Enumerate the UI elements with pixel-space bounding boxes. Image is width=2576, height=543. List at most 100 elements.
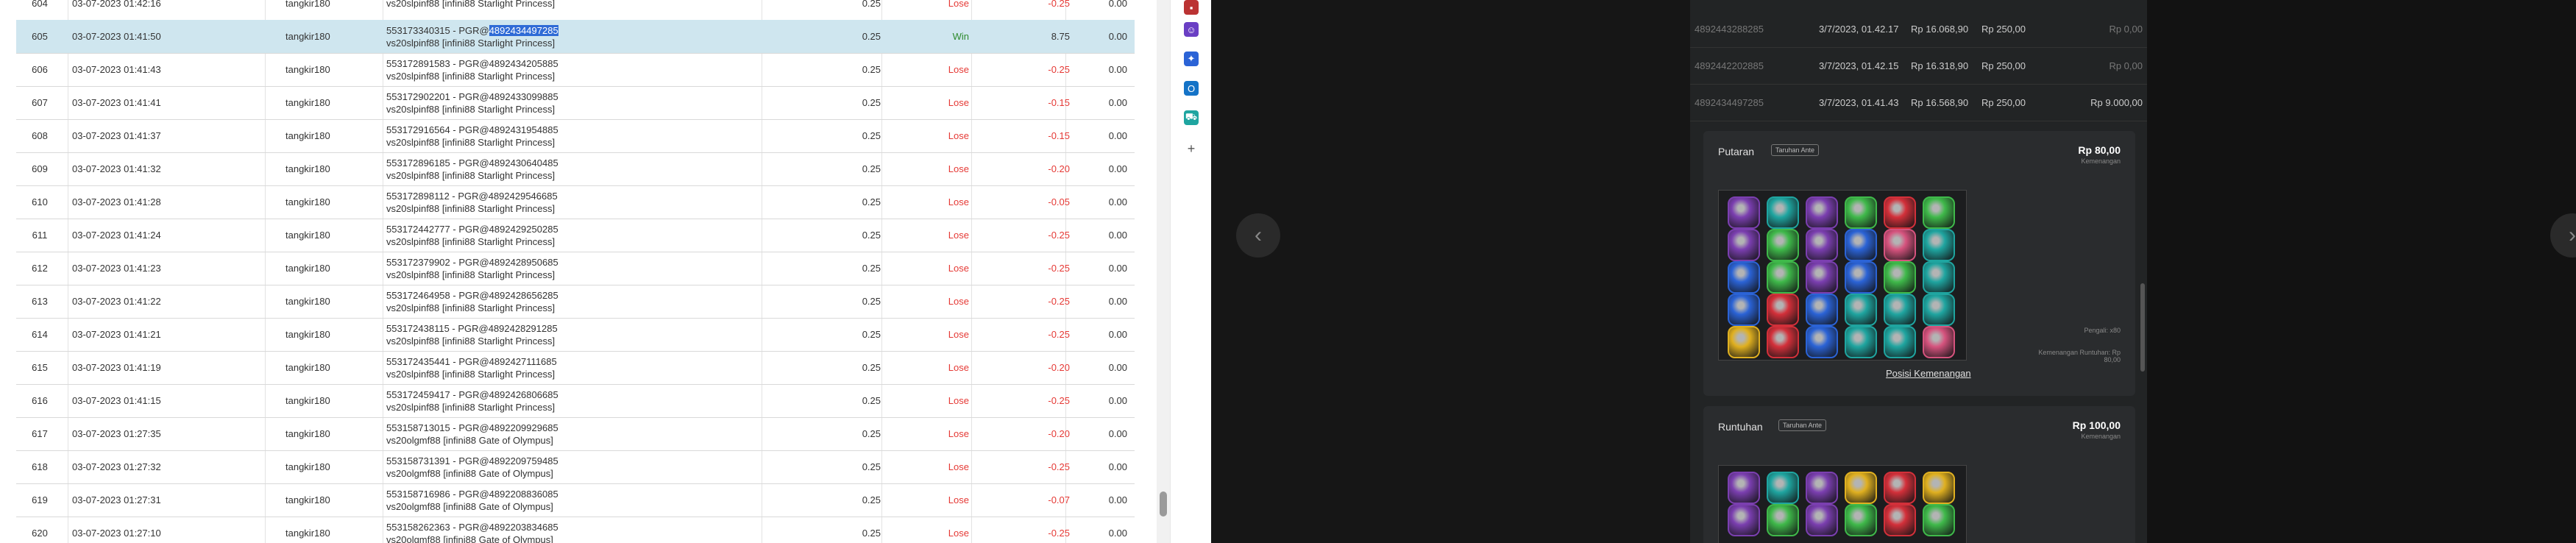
row-username: tangkir180 bbox=[285, 395, 330, 406]
table-row[interactable]: 605 03-07-2023 01:41:50 tangkir180 55317334… bbox=[16, 20, 1135, 54]
row-winloss: -0.15 bbox=[1048, 130, 1070, 141]
bookmark-icon[interactable]: ▪ bbox=[1184, 0, 1199, 15]
row-description[interactable]: 553158713015 - PGR@4892209929685 vs20olgm… bbox=[383, 417, 769, 450]
scrollbar-thumb[interactable] bbox=[1160, 491, 1167, 517]
row-description[interactable]: 553172896185 - PGR@4892430640485 vs20slpi… bbox=[383, 152, 769, 185]
row-balance: 0.00 bbox=[1108, 230, 1127, 241]
desc-ref: 553158731391 - PGR@4892209759485 bbox=[386, 455, 558, 466]
red-gem-icon bbox=[1884, 196, 1916, 229]
row-datetime: 03-07-2023 01:27:32 bbox=[72, 461, 161, 472]
history-id: 4892434497285 bbox=[1695, 97, 1764, 108]
winning-position-link[interactable]: Posisi Kemenangan bbox=[1886, 368, 1971, 379]
highlighted-text: 4892434497285 bbox=[489, 24, 558, 36]
row-balance: 0.00 bbox=[1108, 130, 1127, 141]
row-result: Win bbox=[952, 31, 969, 42]
table-row[interactable]: 617 03-07-2023 01:27:35 tangkir180 55315871… bbox=[16, 417, 1135, 451]
row-result: Lose bbox=[948, 130, 969, 141]
row-winloss: -0.25 bbox=[1048, 64, 1070, 75]
blue-gem-icon bbox=[1806, 326, 1838, 358]
row-number: 613 bbox=[32, 296, 48, 307]
row-description[interactable]: 553172916564 - PGR@4892431954885 vs20slpi… bbox=[383, 119, 769, 152]
table-row[interactable]: 618 03-07-2023 01:27:32 tangkir180 55315873… bbox=[16, 450, 1135, 484]
table-row[interactable]: 610 03-07-2023 01:41:28 tangkir180 55317289… bbox=[16, 185, 1135, 219]
table-row[interactable]: 609 03-07-2023 01:41:32 tangkir180 55317289… bbox=[16, 152, 1135, 186]
red-gem-icon bbox=[1767, 294, 1799, 326]
history-row[interactable]: 4892442202885 3/7/2023, 01.42.15 Rp 16.318… bbox=[1690, 49, 2147, 85]
table-row[interactable]: 619 03-07-2023 01:27:31 tangkir180 55315871… bbox=[16, 483, 1135, 517]
desc-ref: 553172896185 - PGR@4892430640485 bbox=[386, 157, 558, 168]
chevron-right-icon[interactable]: › bbox=[2550, 213, 2576, 258]
row-result: Lose bbox=[948, 494, 969, 505]
row-username: tangkir180 bbox=[285, 362, 330, 373]
row-description[interactable]: 553158716986 - PGR@4892208836085 vs20olgm… bbox=[383, 483, 769, 517]
row-datetime: 03-07-2023 01:41:23 bbox=[72, 263, 161, 274]
row-number: 611 bbox=[32, 230, 48, 241]
table-row[interactable]: 607 03-07-2023 01:41:41 tangkir180 55317290… bbox=[16, 86, 1135, 120]
people-icon[interactable]: ☺ bbox=[1184, 22, 1199, 37]
row-description[interactable]: 553172464958 - PGR@4892428656285 vs20slpi… bbox=[383, 285, 769, 318]
row-description[interactable]: 553172442777 - PGR@4892429250285 vs20slpi… bbox=[383, 219, 769, 252]
row-description[interactable]: vs20slpinf88 [infini88 Starlight Princes… bbox=[383, 0, 769, 20]
row-result: Lose bbox=[948, 296, 969, 307]
yellow-gem-icon bbox=[1845, 472, 1877, 504]
desc-game: vs20slpinf88 [infini88 Starlight Princes… bbox=[386, 302, 556, 313]
desc-game: vs20slpinf88 [infini88 Starlight Princes… bbox=[386, 103, 556, 115]
history-row[interactable]: 4892443288285 3/7/2023, 01.42.17 Rp 16.068… bbox=[1690, 12, 2147, 48]
outlook-icon[interactable]: O bbox=[1184, 81, 1199, 96]
table-row[interactable]: 611 03-07-2023 01:41:24 tangkir180 55317244… bbox=[16, 219, 1135, 252]
green-gem-icon bbox=[1845, 196, 1877, 229]
teal-gem-icon bbox=[1845, 294, 1877, 326]
row-description[interactable]: 553172438115 - PGR@4892428291285 vs20slpi… bbox=[383, 318, 769, 351]
row-description[interactable]: 553172379902 - PGR@4892428950685 vs20slpi… bbox=[383, 252, 769, 285]
blue-gem-icon bbox=[1845, 261, 1877, 294]
row-bet: 0.25 bbox=[862, 97, 881, 108]
table-row[interactable]: 615 03-07-2023 01:41:19 tangkir180 55317243… bbox=[16, 351, 1135, 385]
cart-icon[interactable]: ⛟ bbox=[1184, 110, 1199, 125]
dimmed-backdrop-right: › bbox=[2147, 0, 2576, 543]
table-row[interactable]: 620 03-07-2023 01:27:10 tangkir180 55315826… bbox=[16, 517, 1135, 543]
row-description[interactable]: 553172435441 - PGR@4892427111685 vs20slpi… bbox=[383, 351, 769, 384]
row-result: Lose bbox=[948, 528, 969, 539]
row-winloss: -0.20 bbox=[1048, 428, 1070, 439]
table-row[interactable]: 614 03-07-2023 01:41:21 tangkir180 55317243… bbox=[16, 318, 1135, 352]
teal-gem-icon bbox=[1923, 294, 1955, 326]
teal-gem-icon bbox=[1767, 196, 1799, 229]
row-description[interactable]: 553172891583 - PGR@4892434205885 vs20slpi… bbox=[383, 53, 769, 86]
chevron-left-icon[interactable]: ‹ bbox=[1236, 213, 1280, 258]
table-row[interactable]: 612 03-07-2023 01:41:23 tangkir180 55317237… bbox=[16, 252, 1135, 285]
dimmed-backdrop: ‹ bbox=[1211, 0, 1690, 543]
table-row[interactable]: 604 03-07-2023 01:42:16 tangkir180 vs20slpi… bbox=[16, 0, 1135, 21]
desc-ref: 553172442777 - PGR@4892429250285 bbox=[386, 223, 558, 235]
row-datetime: 03-07-2023 01:41:41 bbox=[72, 97, 161, 108]
table-row[interactable]: 613 03-07-2023 01:41:22 tangkir180 55317246… bbox=[16, 285, 1135, 319]
table-row[interactable]: 608 03-07-2023 01:41:37 tangkir180 55317291… bbox=[16, 119, 1135, 153]
blue-gem-icon bbox=[1806, 294, 1838, 326]
runtuhan-win-label: Kemenangan Runtuhan: Rp 80,00 bbox=[2038, 349, 2121, 363]
add-icon[interactable]: + bbox=[1184, 141, 1199, 156]
row-description[interactable]: 553172898112 - PGR@4892429546685 vs20slpi… bbox=[383, 185, 769, 219]
history-row[interactable]: 4892434497285 3/7/2023, 01.41.43 Rp 16.568… bbox=[1690, 85, 2147, 121]
row-number: 608 bbox=[32, 130, 48, 141]
row-description[interactable]: 553173340315 - PGR@4892434497285 vs20slpi… bbox=[383, 20, 769, 53]
row-bet: 0.25 bbox=[862, 196, 881, 207]
table-row[interactable]: 606 03-07-2023 01:41:43 tangkir180 55317289… bbox=[16, 53, 1135, 87]
desc-game: vs20olgmf88 [infini88 Gate of Olympus] bbox=[386, 533, 553, 543]
row-description[interactable]: 553172902201 - PGR@4892433099885 vs20slpi… bbox=[383, 86, 769, 119]
panel-scrollbar[interactable] bbox=[2140, 283, 2145, 372]
row-bet: 0.25 bbox=[862, 263, 881, 274]
row-username: tangkir180 bbox=[285, 0, 330, 9]
row-description[interactable]: 553172459417 - PGR@4892426806685 vs20slpi… bbox=[383, 384, 769, 417]
row-description[interactable]: 553158262363 - PGR@4892203834685 vs20olgm… bbox=[383, 517, 769, 543]
row-winloss: -0.20 bbox=[1048, 163, 1070, 174]
puzzle-icon[interactable]: ✦ bbox=[1184, 52, 1199, 66]
row-description[interactable]: 553158731391 - PGR@4892209759485 vs20olgm… bbox=[383, 450, 769, 483]
table-row[interactable]: 616 03-07-2023 01:41:15 tangkir180 55317245… bbox=[16, 384, 1135, 418]
row-number: 607 bbox=[32, 97, 48, 108]
green-gem-icon bbox=[1884, 261, 1916, 294]
row-datetime: 03-07-2023 01:41:21 bbox=[72, 329, 161, 340]
vertical-scrollbar[interactable] bbox=[1157, 0, 1170, 543]
row-bet: 0.25 bbox=[862, 461, 881, 472]
row-number: 606 bbox=[32, 64, 48, 75]
row-username: tangkir180 bbox=[285, 528, 330, 539]
row-balance: 0.00 bbox=[1108, 362, 1127, 373]
